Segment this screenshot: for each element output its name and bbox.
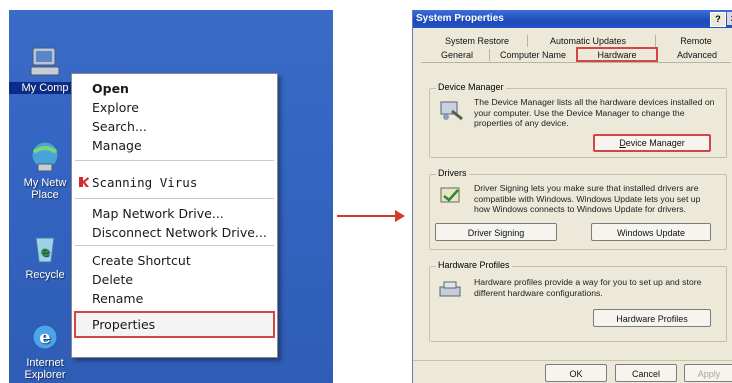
- arrow-head-icon: [395, 210, 405, 222]
- hardware-profiles-button[interactable]: Hardware Profiles: [593, 309, 711, 327]
- desktop-icon-label: Internet Explorer: [24, 357, 66, 381]
- svg-text:e: e: [39, 327, 50, 348]
- tab-computer-name[interactable]: Computer Name: [493, 49, 573, 61]
- footer-divider: [413, 360, 732, 361]
- tab-panel-border: [421, 62, 731, 63]
- menu-item-delete[interactable]: Delete: [92, 272, 133, 287]
- hardware-profiles-group-title: Hardware Profiles: [436, 260, 512, 270]
- hardware-profiles-description: Hardware profiles provide a way for you …: [474, 277, 702, 298]
- title-bar: System Properties ? x: [413, 10, 732, 28]
- arrow-line: [337, 215, 397, 217]
- system-properties-dialog: System Properties ? x System Restore Aut…: [412, 10, 732, 383]
- menu-separator: [75, 160, 274, 161]
- menu-item-scanning-virus[interactable]: Scanning Virus: [92, 175, 197, 190]
- tab-divider: [527, 35, 528, 47]
- device-manager-group-title: Device Manager: [436, 82, 506, 92]
- drivers-description: Driver Signing lets you make sure that i…: [474, 183, 701, 214]
- tab-remote[interactable]: Remote: [661, 35, 731, 47]
- tab-general[interactable]: General: [427, 49, 487, 61]
- device-manager-description: The Device Manager lists all the hardwar…: [474, 97, 715, 128]
- menu-item-manage[interactable]: Manage: [92, 138, 142, 153]
- cancel-button[interactable]: Cancel: [615, 364, 677, 382]
- context-menu: Open Explore Search... Manage Scanning V…: [71, 73, 278, 358]
- help-button[interactable]: ?: [710, 12, 726, 27]
- tab-advanced[interactable]: Advanced: [663, 49, 731, 61]
- kaspersky-icon: [78, 175, 90, 187]
- desktop: My Comp My Netw Place e Recycle e Intern…: [9, 10, 333, 383]
- device-manager-button-rest: evice Manager: [625, 138, 685, 148]
- hardware-profiles-icon: [438, 279, 464, 301]
- tab-automatic-updates[interactable]: Automatic Updates: [533, 35, 643, 47]
- menu-separator: [75, 198, 274, 199]
- internet-explorer-icon: e: [28, 320, 62, 354]
- menu-item-map-network-drive[interactable]: Map Network Drive...: [92, 206, 224, 221]
- svg-text:e: e: [41, 245, 50, 260]
- menu-item-create-shortcut[interactable]: Create Shortcut: [92, 253, 191, 268]
- driver-signing-icon: [438, 185, 464, 207]
- menu-item-open[interactable]: Open: [92, 81, 129, 96]
- device-manager-button[interactable]: Device Manager: [593, 134, 711, 152]
- recycle-bin-icon: e: [28, 232, 62, 266]
- my-computer-icon: [28, 45, 62, 79]
- tab-divider: [655, 35, 656, 47]
- menu-separator: [75, 245, 274, 246]
- my-network-places-icon: [28, 140, 62, 174]
- windows-update-button[interactable]: Windows Update: [591, 223, 711, 241]
- menu-item-explore[interactable]: Explore: [92, 100, 139, 115]
- hardware-tab-highlight: [576, 47, 658, 62]
- menu-item-search[interactable]: Search...: [92, 119, 147, 134]
- menu-item-properties[interactable]: Properties: [92, 317, 155, 332]
- menu-item-rename[interactable]: Rename: [92, 291, 143, 306]
- tab-system-restore[interactable]: System Restore: [427, 35, 527, 47]
- hardware-profiles-group: Hardware Profiles Hardware profiles prov…: [429, 260, 727, 342]
- close-button[interactable]: x: [727, 12, 732, 25]
- apply-button[interactable]: Apply: [684, 364, 732, 382]
- drivers-group-title: Drivers: [436, 168, 469, 178]
- dialog-title: System Properties: [416, 13, 504, 24]
- device-manager-icon: [438, 99, 464, 121]
- ok-button[interactable]: OK: [545, 364, 607, 382]
- menu-item-disconnect-network-drive[interactable]: Disconnect Network Drive...: [92, 225, 267, 240]
- tab-divider: [489, 49, 490, 61]
- driver-signing-button[interactable]: Driver Signing: [435, 223, 557, 241]
